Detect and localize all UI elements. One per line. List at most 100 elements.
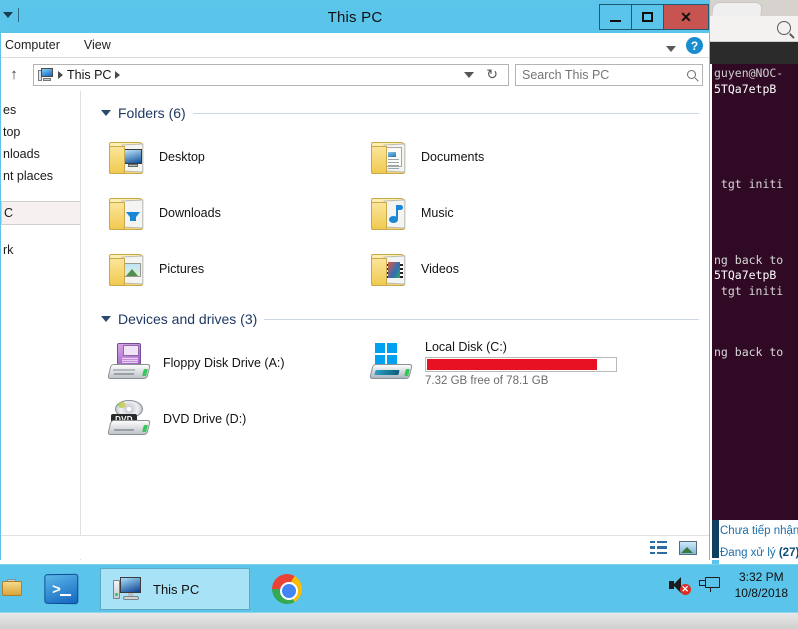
file-explorer-icon xyxy=(2,579,24,599)
divider xyxy=(264,318,699,320)
screen: guyen@NOC- 5TQa7etpB tgt initi ng back t… xyxy=(0,0,798,629)
item-local-disk-c[interactable]: Local Disk (C:) 7.32 GB free of 78.1 GB xyxy=(365,335,665,391)
window-controls: ✕ xyxy=(599,4,709,30)
search-icon[interactable] xyxy=(777,21,791,35)
terminal-line: ng back to xyxy=(714,252,784,267)
navigate-up-button[interactable]: ↑ xyxy=(1,66,27,83)
search-input[interactable] xyxy=(522,67,672,82)
clock[interactable]: 3:32 PM 10/8/2018 xyxy=(731,569,792,601)
address-bar[interactable]: This PC ↻ xyxy=(33,63,509,86)
close-button[interactable]: ✕ xyxy=(664,5,708,29)
item-label: Documents xyxy=(421,150,485,164)
collapse-caret-icon[interactable] xyxy=(101,110,111,116)
quick-access-toolbar[interactable] xyxy=(1,8,19,22)
item-music[interactable]: Music xyxy=(365,185,627,241)
details-view-icon xyxy=(650,541,667,554)
taskbar-this-pc-window[interactable]: This PC xyxy=(100,568,250,610)
toolbar-separator xyxy=(18,8,19,22)
item-label: Local Disk (C:) xyxy=(425,339,507,354)
sidebar-item-downloads[interactable]: nloads xyxy=(1,143,80,165)
group-header-folders[interactable]: Folders (6) xyxy=(81,99,709,127)
item-label: Floppy Disk Drive (A:) xyxy=(163,356,285,370)
taskbar-file-explorer[interactable] xyxy=(0,568,34,610)
network-icon[interactable] xyxy=(698,576,721,594)
background-terminal-window[interactable]: guyen@NOC- 5TQa7etpB tgt initi ng back t… xyxy=(712,64,798,520)
sidebar-item-this-pc[interactable]: C xyxy=(1,201,80,225)
maximize-icon xyxy=(642,12,653,22)
notification-label: Chưa tiếp nhận xyxy=(720,525,798,537)
maximize-button[interactable] xyxy=(632,5,664,29)
group-title: Folders (6) xyxy=(118,105,186,121)
notification-item[interactable]: Đang xử lý (27) xyxy=(712,542,798,564)
divider xyxy=(192,112,699,114)
chevron-right-icon[interactable] xyxy=(58,70,63,79)
notification-label: Đang xử lý xyxy=(720,547,776,559)
item-pictures[interactable]: Pictures xyxy=(103,241,365,297)
large-icons-view-button[interactable] xyxy=(679,540,697,555)
title-bar[interactable]: This PC ✕ xyxy=(1,1,709,33)
taskbar-powershell[interactable]: > xyxy=(34,568,88,610)
taskbar-window-label: This PC xyxy=(153,581,200,597)
chevron-down-icon[interactable] xyxy=(666,45,676,52)
terminal-line: tgt initi xyxy=(714,177,784,192)
search-icon xyxy=(687,70,696,79)
volume-muted-icon[interactable]: ✕ xyxy=(668,576,691,596)
ribbon-tabs: Computer View ? xyxy=(1,33,709,58)
drive-info: Local Disk (C:) 7.32 GB free of 78.1 GB xyxy=(425,340,617,387)
item-desktop[interactable]: Desktop xyxy=(103,129,365,185)
terminal-prompt: guyen@NOC- xyxy=(714,66,784,80)
breadcrumb-this-pc[interactable]: This PC xyxy=(67,68,111,82)
sidebar-item-network[interactable]: rk xyxy=(1,239,80,261)
this-pc-icon xyxy=(38,67,54,82)
folder-desktop-icon xyxy=(107,138,149,176)
item-label: Pictures xyxy=(159,262,205,276)
file-explorer-window: This PC ✕ Computer View ? ↑ This PC ↻ Se… xyxy=(0,0,710,560)
address-bar-row: ↑ This PC ↻ xyxy=(1,58,709,91)
folder-downloads-icon xyxy=(107,194,149,232)
taskbar-items: > This PC ✕ 3:32 PM 10/8/2018 xyxy=(0,565,798,613)
terminal-line: 5TQa7etpB xyxy=(714,81,777,96)
browser-tab-strip xyxy=(710,0,798,18)
refresh-icon[interactable]: ↻ xyxy=(486,66,498,83)
history-dropdown-icon[interactable] xyxy=(464,71,475,78)
help-button[interactable]: ? xyxy=(686,37,703,54)
taskbar-chrome[interactable] xyxy=(262,568,312,610)
item-floppy-drive[interactable]: Floppy Disk Drive (A:) xyxy=(103,335,365,391)
folder-videos-icon xyxy=(369,250,411,288)
status-bar xyxy=(1,535,709,559)
collapse-caret-icon[interactable] xyxy=(101,316,111,322)
item-downloads[interactable]: Downloads xyxy=(103,185,365,241)
chevron-right-icon[interactable] xyxy=(115,70,121,79)
details-view-button[interactable] xyxy=(650,541,667,554)
tab-view[interactable]: View xyxy=(72,38,123,52)
capacity-bar xyxy=(425,356,617,372)
item-videos[interactable]: Videos xyxy=(365,241,627,297)
item-documents[interactable]: Documents xyxy=(365,129,627,185)
sidebar-item-favorites[interactable]: es xyxy=(1,99,80,121)
address-bar-tools: ↻ xyxy=(458,66,504,83)
search-box[interactable] xyxy=(515,63,703,86)
sidebar-item-recent-places[interactable]: nt places xyxy=(1,165,80,187)
clock-date: 10/8/2018 xyxy=(734,586,788,601)
system-tray: ✕ 3:32 PM 10/8/2018 xyxy=(668,569,792,601)
panel-accent-dark xyxy=(712,520,719,558)
sidebar-item-desktop[interactable]: top xyxy=(1,121,80,143)
window-body: es top nloads nt places C rk Folders (6) xyxy=(1,91,709,560)
devices-tile-grid: Floppy Disk Drive (A:) Local Disk (C:) 7… xyxy=(81,333,709,447)
capacity-text: 7.32 GB free of 78.1 GB xyxy=(425,374,549,387)
group-header-devices[interactable]: Devices and drives (3) xyxy=(81,305,709,333)
item-dvd-drive[interactable]: DVD DVD Drive (D:) xyxy=(103,391,365,447)
tab-computer[interactable]: Computer xyxy=(0,38,72,52)
terminal-line: tgt initi xyxy=(714,283,784,298)
group-title: Devices and drives (3) xyxy=(118,311,258,327)
folders-tile-grid: Desktop Documents Downloads Music Pictur… xyxy=(81,127,709,297)
notification-item[interactable]: Chưa tiếp nhận xyxy=(712,520,798,542)
floppy-drive-icon xyxy=(107,343,153,383)
item-label: Downloads xyxy=(159,206,221,220)
item-label: Videos xyxy=(421,262,459,276)
minimize-button[interactable] xyxy=(600,5,632,29)
notification-count: (27) xyxy=(778,547,798,559)
close-icon: ✕ xyxy=(680,9,692,25)
chevron-down-icon[interactable] xyxy=(3,12,13,18)
